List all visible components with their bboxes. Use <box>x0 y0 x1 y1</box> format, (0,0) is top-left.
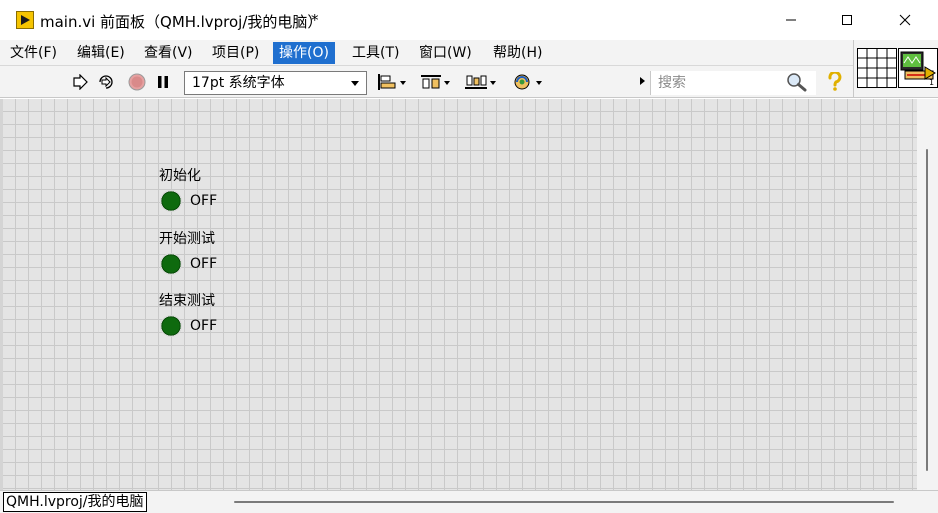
status-bar: QMH.lvproj/我的电脑 <box>0 490 938 513</box>
distribute-icon <box>421 75 450 89</box>
menu-operate[interactable]: 操作(O) <box>273 42 335 64</box>
abort-button[interactable] <box>127 72 147 92</box>
menu-window[interactable]: 窗口(W) <box>413 42 478 64</box>
icon-panel: 1 <box>853 40 938 98</box>
close-icon <box>899 14 911 26</box>
led-label-end-test: 结束测试 <box>159 293 215 309</box>
run-continuously-button[interactable] <box>95 72 117 92</box>
run-button[interactable] <box>70 72 90 92</box>
reorder-button[interactable] <box>512 72 546 92</box>
help-icon <box>828 70 842 91</box>
modified-marker: * <box>311 11 319 29</box>
vertical-scrollbar[interactable] <box>917 99 938 490</box>
led-init-indicator[interactable] <box>160 190 182 212</box>
led-end-test-state: OFF <box>190 318 218 334</box>
led-end-test-indicator[interactable] <box>160 315 182 337</box>
menu-project[interactable]: 项目(P) <box>206 42 265 64</box>
align-icon <box>378 74 406 90</box>
vertical-scrollbar-thumb[interactable] <box>926 149 928 471</box>
menu-bar: 文件(F) 编辑(E) 查看(V) 项目(P) 操作(O) 工具(T) 窗口(W… <box>0 40 853 66</box>
application-context: QMH.lvproj/我的电脑 <box>3 492 147 512</box>
align-objects-button[interactable] <box>376 72 408 92</box>
close-button[interactable] <box>882 4 928 36</box>
vi-icon[interactable]: 1 <box>898 48 938 88</box>
search-button[interactable] <box>786 72 808 96</box>
menu-help[interactable]: 帮助(H) <box>487 42 548 64</box>
resize-objects-button[interactable] <box>464 72 498 92</box>
svg-text:1: 1 <box>929 78 934 87</box>
menu-edit[interactable]: 编辑(E) <box>71 42 131 64</box>
toolbar: 17pt 系统字体 搜索 <box>0 66 853 98</box>
menu-tools[interactable]: 工具(T) <box>346 42 405 64</box>
context-help-button[interactable] <box>827 70 843 96</box>
run-continuously-icon <box>99 75 113 89</box>
minimize-button[interactable] <box>768 4 814 36</box>
minimize-icon <box>786 19 796 21</box>
search-icon <box>787 73 807 92</box>
led-init-state: OFF <box>190 193 218 209</box>
menu-file[interactable]: 文件(F) <box>4 42 63 64</box>
maximize-button[interactable] <box>824 4 870 36</box>
pause-button[interactable] <box>154 72 172 92</box>
led-label-start-test: 开始测试 <box>159 231 215 247</box>
front-panel-canvas[interactable]: 初始化 OFF 开始测试 OFF 结束测试 OFF <box>3 99 917 490</box>
reorder-icon <box>514 74 542 90</box>
chevron-down-icon <box>351 81 359 86</box>
distribute-objects-button[interactable] <box>420 72 452 92</box>
menu-view[interactable]: 查看(V) <box>138 42 199 64</box>
window-title: main.vi 前面板（QMH.lvproj/我的电脑） <box>40 13 323 31</box>
pause-icon <box>158 76 168 88</box>
connector-pane[interactable] <box>857 48 897 88</box>
led-label-init: 初始化 <box>159 168 201 184</box>
horizontal-scrollbar-thumb[interactable] <box>234 501 894 503</box>
led-start-test-indicator[interactable] <box>160 253 182 275</box>
title-bar[interactable]: main.vi 前面板（QMH.lvproj/我的电脑） * <box>0 0 938 40</box>
font-select[interactable]: 17pt 系统字体 <box>184 71 367 95</box>
abort-icon <box>128 73 146 91</box>
led-start-test-state: OFF <box>190 256 218 272</box>
vi-thumbnail-icon: 1 <box>900 51 936 87</box>
font-select-value: 17pt 系统字体 <box>192 75 285 91</box>
run-icon <box>73 74 88 90</box>
connector-pane-icon <box>858 49 896 87</box>
search-expand-icon[interactable] <box>640 77 645 85</box>
resize-icon <box>465 75 496 89</box>
maximize-icon <box>842 15 852 25</box>
labview-vi-icon <box>16 11 34 29</box>
